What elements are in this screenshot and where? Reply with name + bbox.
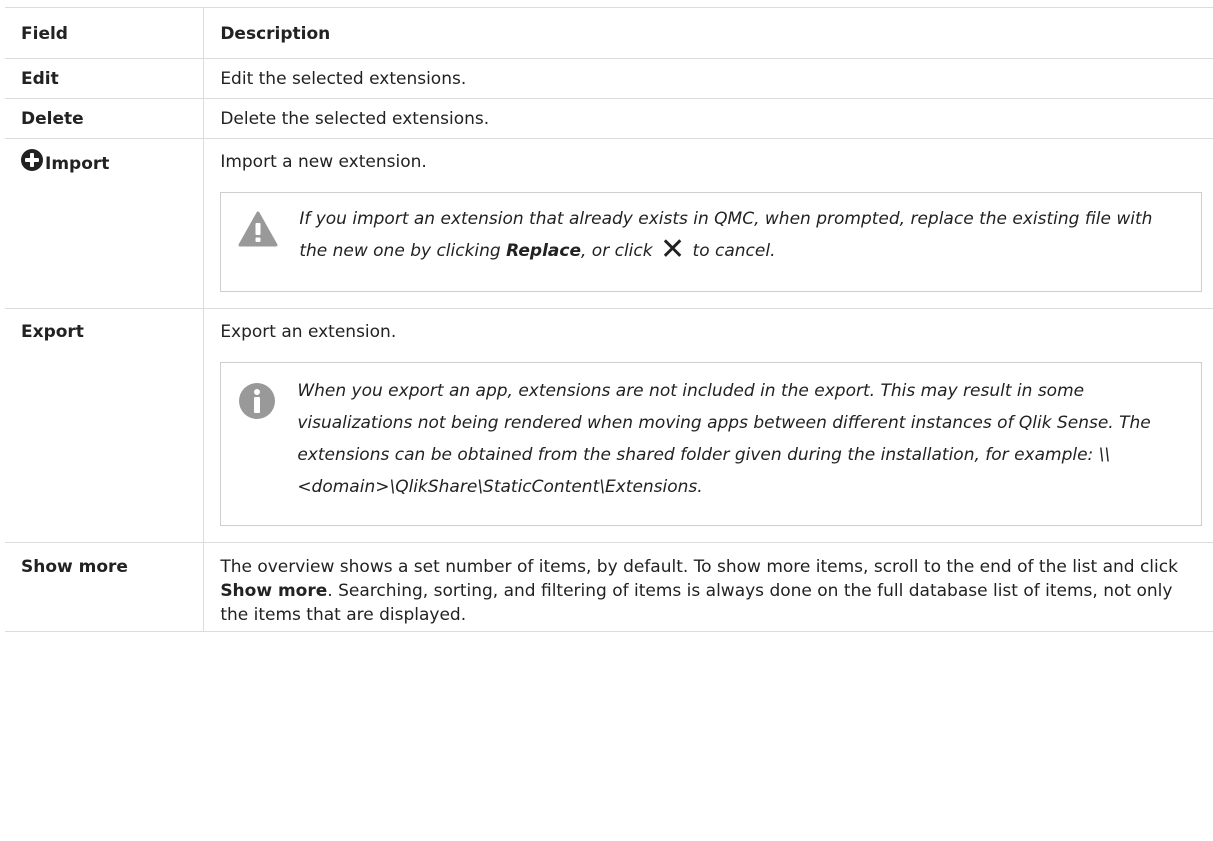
warning-icon <box>238 211 278 247</box>
description-column-header: Description <box>203 7 1213 59</box>
table-row-export: Export Export an extension. When you exp… <box>5 308 1213 543</box>
description-delete: Delete the selected extensions. <box>203 98 1213 139</box>
field-delete: Delete <box>5 98 204 139</box>
plus-circle-icon <box>21 149 43 171</box>
description-export: Export an extension. When you export an … <box>203 308 1213 543</box>
warning-note: If you import an extension that already … <box>220 192 1202 292</box>
field-show-more: Show more <box>5 542 204 632</box>
warning-text-part3: to cancel. <box>687 241 776 261</box>
field-description-table: Field Description Edit Edit the selected… <box>5 7 1213 632</box>
info-icon <box>239 383 276 419</box>
field-export: Export <box>5 308 204 543</box>
field-import: Import <box>5 138 204 309</box>
description-export-text: Export an extension. <box>220 322 397 342</box>
table-row-show-more: Show more The overview shows a set numbe… <box>5 542 1213 632</box>
table-row-edit: Edit Edit the selected extensions. <box>5 58 1213 99</box>
replace-label: Replace <box>506 241 581 261</box>
description-import: Import a new extension. If you import an… <box>203 138 1213 309</box>
table-row-delete: Delete Delete the selected extensions. <box>5 98 1213 139</box>
warning-note-text: If you import an extension that already … <box>299 193 1201 291</box>
info-note-text: When you export an app, extensions are n… <box>297 381 1151 497</box>
info-note: When you export an app, extensions are n… <box>220 362 1202 526</box>
field-import-label: Import <box>45 154 110 174</box>
description-import-text: Import a new extension. <box>220 152 427 172</box>
show-more-label: Show more <box>220 581 328 601</box>
description-show-more: The overview shows a set number of items… <box>203 542 1213 632</box>
table-header-row: Field Description <box>5 7 1213 59</box>
show-more-text-part1: The overview shows a set number of items… <box>220 557 1178 577</box>
field-edit: Edit <box>5 58 204 99</box>
show-more-text-part2: . Searching, sorting, and filtering of i… <box>220 581 1173 625</box>
table-row-import: Import Import a new extension. If you im… <box>5 138 1213 309</box>
description-edit: Edit the selected extensions. <box>203 58 1213 99</box>
warning-text-part2: , or click <box>581 241 658 261</box>
close-icon: ✕ <box>660 232 686 267</box>
field-column-header: Field <box>5 7 204 59</box>
